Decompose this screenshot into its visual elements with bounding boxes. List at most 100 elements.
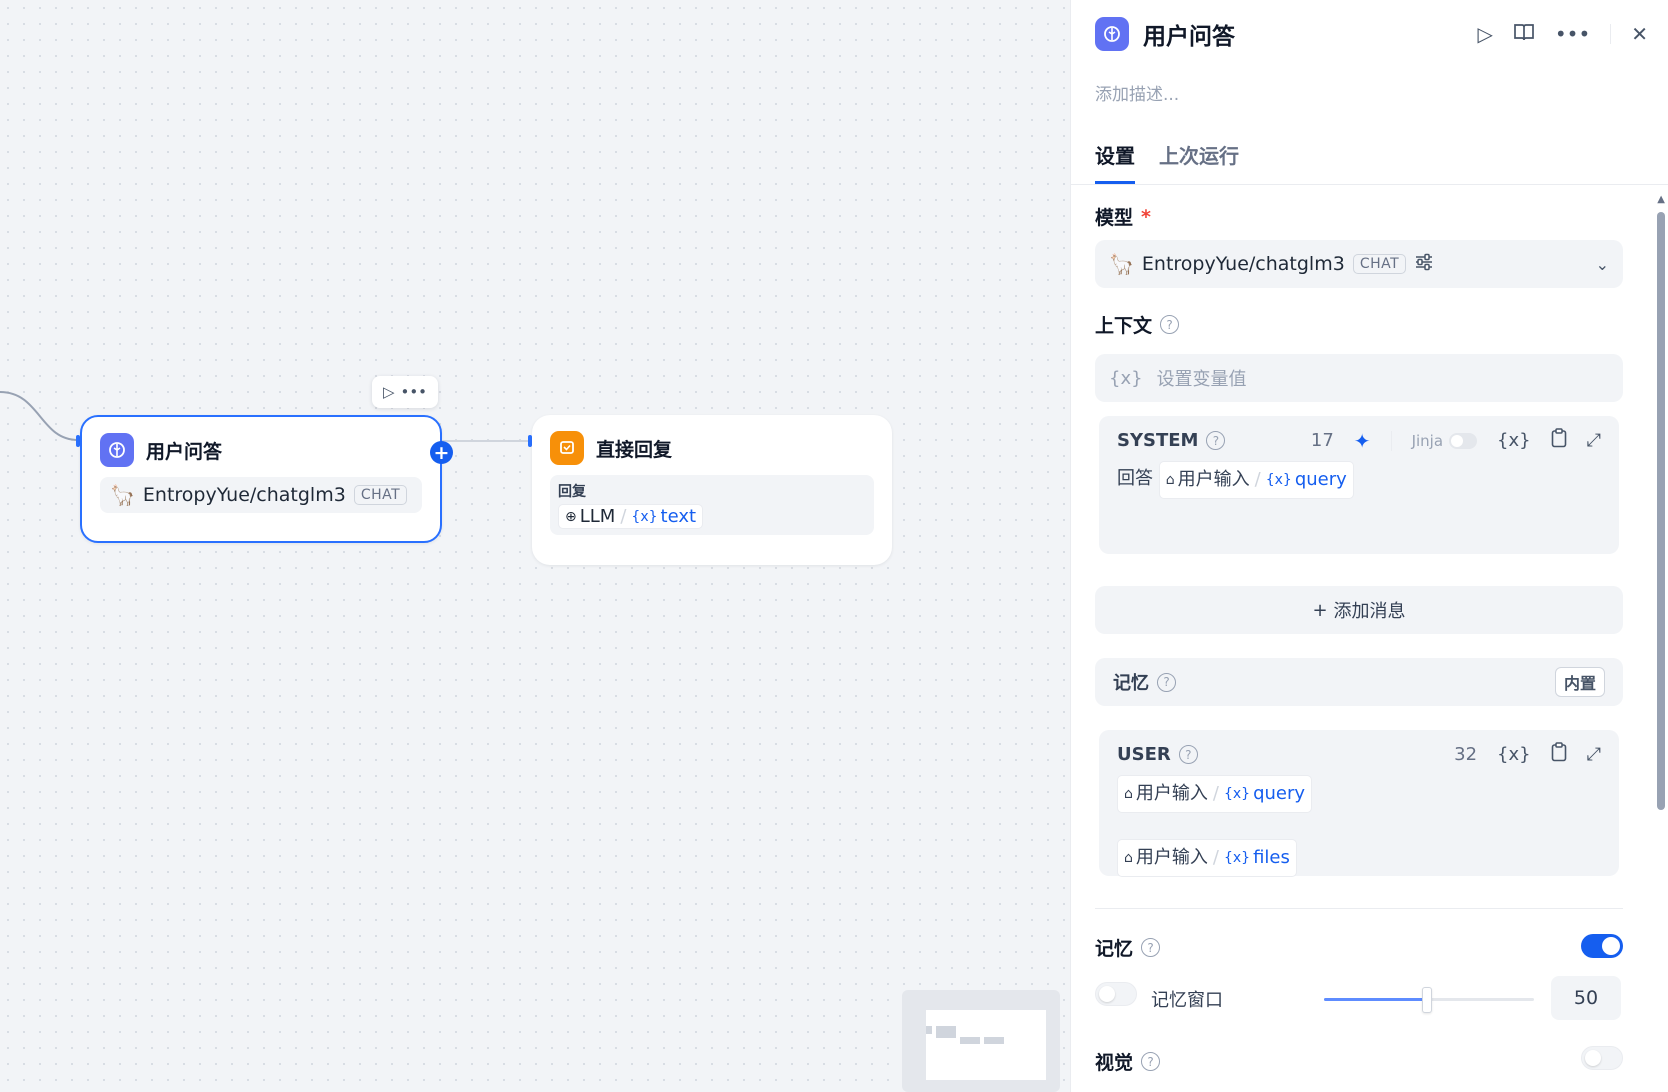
variable-icon: {x} [1223,785,1251,802]
brain-icon [1095,17,1129,51]
chip-separator: / [1212,783,1219,804]
system-message-editor[interactable]: SYSTEM ? 17 ✦ Jinja {x} ⤢ 回答 ⌂ 用户输入 / {x… [1099,416,1619,554]
model-name: EntropyYue/chatglm3 [1141,253,1345,275]
help-icon[interactable]: ? [1206,431,1226,450]
clipboard-icon[interactable] [1551,428,1567,453]
minimap-node [960,1037,980,1044]
chevron-down-icon: ⌄ [1595,254,1609,274]
system-var-chip: ⌂ 用户输入 / {x} query [1158,461,1354,500]
workflow-canvas[interactable]: ▷ ••• 用户问答 🦙 EntropyYue/chatglm3 CHAT + … [0,0,1070,1092]
vision-label-text: 视觉 [1095,1052,1134,1074]
memory-window-slider[interactable] [1324,987,1534,1013]
help-icon[interactable]: ? [1141,1052,1161,1071]
llama-icon: 🦙 [1109,252,1134,276]
panel-title[interactable]: 用户问答 [1143,17,1235,51]
system-role-label: SYSTEM [1117,430,1199,451]
model-label: 模型 * [1095,203,1151,230]
context-variable-input[interactable]: {x} 设置变量值 [1095,354,1623,402]
user-message-editor[interactable]: USER ? 32 {x} ⤢ ⌂ 用户输入 / {x} query ⌂ 用户输… [1099,730,1619,878]
help-icon[interactable]: ? [1178,745,1198,764]
help-icon[interactable]: ? [1157,672,1176,692]
plus-icon: + [433,441,450,464]
llama-icon: 🦙 [110,483,135,507]
play-icon[interactable]: ▷ [1477,22,1492,46]
expand-icon[interactable]: ⤢ [1587,744,1601,765]
chip-separator: / [1212,847,1219,869]
variable-icon[interactable]: {x} [1497,744,1531,765]
var-name: text [660,506,697,527]
tab-last-run[interactable]: 上次运行 [1159,140,1239,184]
memory-toggle[interactable] [1581,934,1623,958]
more-icon[interactable]: ••• [1555,22,1590,46]
variable-icon: {x} [631,508,658,525]
chip-source: 用户输入 [1135,783,1208,804]
close-icon[interactable]: ✕ [1631,22,1648,46]
minimap[interactable] [902,990,1060,1092]
home-icon: ⌂ [1165,471,1175,488]
slider-fill [1324,998,1427,1001]
system-message-text[interactable]: 回答 ⌂ 用户输入 / {x} query [1099,453,1619,507]
char-count: 32 [1454,744,1478,765]
sliders-icon[interactable] [1414,253,1434,276]
chip-source: 用户输入 [1177,469,1250,490]
reply-label: 回复 [558,484,586,500]
add-message-button[interactable]: + 添加消息 [1095,586,1623,634]
jinja-toggle[interactable]: Jinja [1411,431,1478,450]
add-node-button[interactable]: + [430,441,453,464]
system-message-header: SYSTEM ? 17 ✦ Jinja {x} ⤢ [1099,416,1619,453]
panel-header: 用户问答 ▷ ••• ✕ [1095,14,1648,54]
minimap-viewport [926,1010,1046,1080]
tools-divider [1390,430,1392,451]
scrollbar[interactable] [1657,212,1665,810]
description-input[interactable]: 添加描述... [1095,80,1179,105]
help-icon[interactable]: ? [1160,315,1180,334]
answer-icon [550,431,584,465]
slider-thumb[interactable] [1421,987,1432,1013]
memory-window-label: 记忆窗口 [1151,990,1223,1011]
more-icon[interactable]: ••• [400,383,427,401]
chip-source: 用户输入 [1135,847,1208,869]
chip-var: query [1253,783,1306,804]
user-message-text[interactable]: ⌂ 用户输入 / {x} query ⌂ 用户输入 / {x} files [1099,767,1619,885]
jinja-label: Jinja [1411,431,1444,450]
system-text-prefix: 回答 [1117,467,1153,489]
help-icon[interactable]: ? [1141,938,1161,957]
scroll-up-arrow[interactable]: ▲ [1657,194,1665,205]
plus-icon: + [1312,599,1328,621]
reply-var-chip: ⊕ LLM / {x} text [558,504,704,529]
context-label-text: 上下文 [1095,315,1153,337]
model-label-text: 模型 [1095,207,1134,229]
jinja-switch[interactable] [1449,432,1478,449]
vision-toggle[interactable] [1581,1046,1623,1070]
minimap-node [984,1037,1004,1044]
brain-icon [100,433,134,467]
node-llm-model-name: EntropyYue/chatglm3 [142,484,346,506]
vision-label: 视觉 ? [1095,1048,1161,1075]
sparkle-icon[interactable]: ✦ [1354,429,1371,453]
model-selector[interactable]: 🦙 EntropyYue/chatglm3 CHAT ⌄ [1095,240,1623,288]
chip-var: query [1294,469,1347,490]
node-answer[interactable]: 直接回复 回复 ⊕ LLM / {x} text [532,415,892,565]
book-icon[interactable] [1513,22,1535,47]
variable-icon: {x} [1223,849,1251,866]
tab-divider [1071,184,1668,185]
memory-block: 记忆 ? 内置 [1095,658,1623,706]
add-message-label: 添加消息 [1333,601,1406,622]
clipboard-icon[interactable] [1551,742,1567,767]
var-source: LLM [579,506,616,527]
memory-window-toggle[interactable] [1095,982,1137,1006]
expand-icon[interactable]: ⤢ [1587,430,1601,451]
play-icon[interactable]: ▷ [383,383,395,401]
memory-label: 记忆 ? [1095,934,1161,961]
tab-settings[interactable]: 设置 [1095,140,1135,184]
user-role-label: USER [1117,744,1171,765]
context-label: 上下文 ? [1095,311,1180,338]
brain-icon: ⊕ [565,508,577,525]
node-llm[interactable]: 用户问答 🦙 EntropyYue/chatglm3 CHAT [80,415,442,543]
section-divider [1095,908,1623,909]
node-answer-title: 直接回复 [596,438,673,461]
required-mark: * [1141,205,1151,228]
node-llm-model: 🦙 EntropyYue/chatglm3 CHAT [100,477,422,513]
memory-window-input[interactable]: 50 [1551,976,1621,1020]
variable-icon[interactable]: {x} [1497,430,1531,451]
